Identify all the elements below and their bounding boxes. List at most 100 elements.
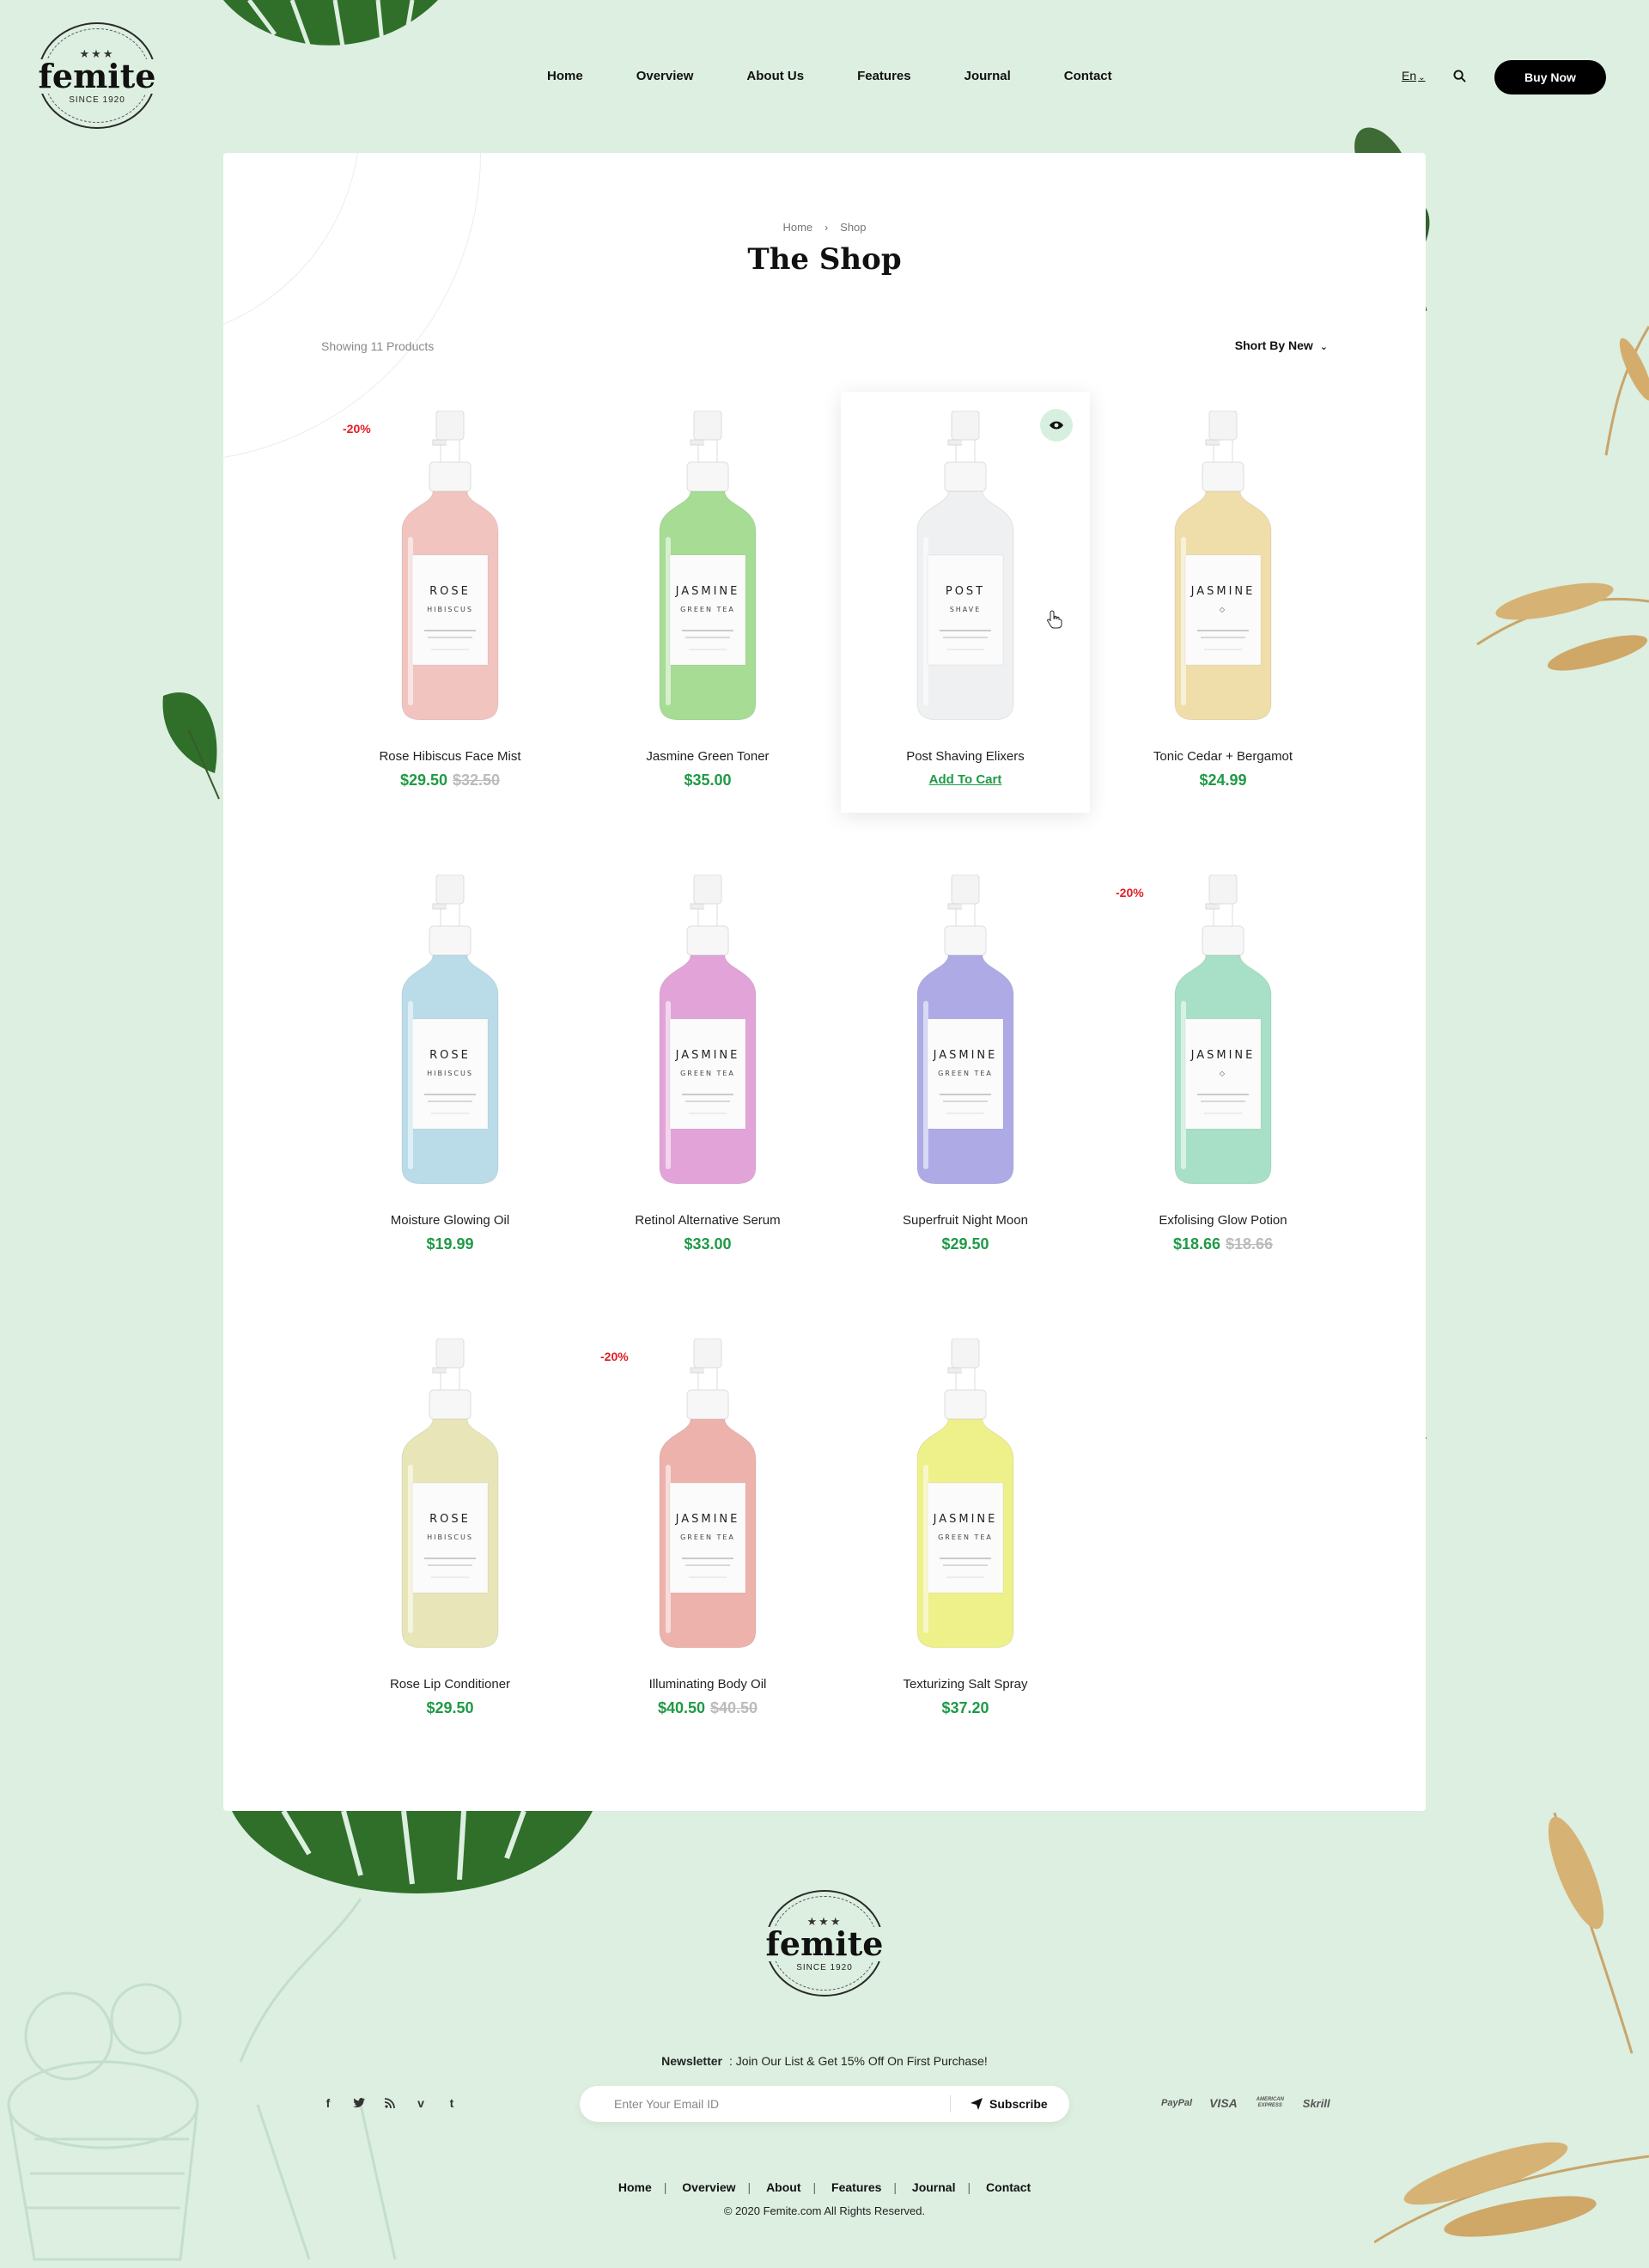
product-name[interactable]: Rose Hibiscus Face Mist: [326, 749, 575, 764]
newsletter-title: Newsletter: [661, 2054, 722, 2068]
twitter-icon[interactable]: [352, 2096, 366, 2110]
footer-brand-since: SINCE 1920: [796, 1962, 853, 1972]
product-price-row: $24.99: [1098, 771, 1348, 790]
bottle-label-subtitle: HIBISCUS: [427, 1070, 473, 1077]
product-name[interactable]: Superfruit Night Moon: [841, 1213, 1090, 1228]
rss-icon[interactable]: [383, 2096, 397, 2110]
product-price: $29.50: [941, 1235, 989, 1253]
nav-item-about-us[interactable]: About Us: [746, 69, 804, 83]
product-price: $18.66: [1172, 1235, 1220, 1253]
product-price-row: $18.66 $18.66: [1098, 1235, 1348, 1253]
product-name[interactable]: Jasmine Green Toner: [583, 749, 832, 764]
product-card[interactable]: JASMINE GREEN TEA Superfruit Night Moon $…: [841, 856, 1090, 1277]
nav-item-journal[interactable]: Journal: [964, 69, 1011, 83]
search-icon[interactable]: [1453, 70, 1466, 82]
nav-item-features[interactable]: Features: [857, 69, 911, 83]
product-price-row: $40.50 $40.50: [583, 1699, 832, 1717]
product-card[interactable]: JASMINE GREEN TEA Retinol Alternative Se…: [583, 856, 832, 1277]
bottle-label-title: POST: [946, 585, 985, 598]
add-to-cart-link[interactable]: Add To Cart: [841, 772, 1090, 787]
product-image[interactable]: ROSE HIBISCUS: [399, 1338, 502, 1648]
bottle-label-subtitle: GREEN TEA: [680, 606, 735, 613]
footer-link-journal[interactable]: Journal: [912, 2180, 956, 2194]
product-image[interactable]: JASMINE GREEN TEA: [656, 1338, 759, 1648]
subscribe-button[interactable]: Subscribe: [971, 2086, 1048, 2122]
product-image[interactable]: ROSE HIBISCUS: [399, 411, 502, 720]
product-name[interactable]: Tonic Cedar + Bergamot: [1098, 749, 1348, 764]
product-price-row: $19.99: [326, 1235, 575, 1253]
nav-item-home[interactable]: Home: [547, 69, 583, 83]
brand-name: femite: [34, 58, 160, 94]
product-card[interactable]: -20% JASMINE GREEN TEA Illuminating Body…: [583, 1320, 832, 1741]
bottle-label-title: ROSE: [429, 1049, 471, 1062]
product-name[interactable]: Illuminating Body Oil: [583, 1677, 832, 1692]
language-label: En: [1402, 69, 1417, 82]
footer-brand-name: femite: [762, 1926, 887, 1961]
product-price-row: $29.50 $32.50: [326, 771, 575, 790]
bottle-label-subtitle: ◇: [1220, 606, 1226, 613]
product-card[interactable]: JASMINE GREEN TEA Texturizing Salt Spray…: [841, 1320, 1090, 1741]
copyright: © 2020 Femite.com All Rights Reserved.: [723, 2204, 926, 2217]
quick-view-eye-icon[interactable]: [1040, 409, 1073, 442]
bottle-label-subtitle: GREEN TEA: [680, 1533, 735, 1541]
footer-nav: Home | Overview | About | Features | Journal…: [0, 2180, 1649, 2194]
brand-since: SINCE 1920: [69, 94, 125, 105]
product-card[interactable]: ROSE HIBISCUS Moisture Glowing Oil $19.99: [326, 856, 575, 1277]
newsletter-text: : Join Our List & Get 15% Off On First P…: [728, 2054, 988, 2068]
product-card[interactable]: POST SHAVE Post Shaving Elixers Add To Ca…: [841, 392, 1090, 813]
product-name[interactable]: Rose Lip Conditioner: [326, 1677, 575, 1692]
product-name[interactable]: Post Shaving Elixers: [841, 749, 1090, 764]
brand-logo[interactable]: ★★★ femite SINCE 1920: [34, 22, 160, 129]
nav-item-overview[interactable]: Overview: [636, 69, 694, 83]
product-card[interactable]: -20% ROSE HIBISCUS Rose Hibiscus Face Mi…: [326, 392, 575, 813]
product-name[interactable]: Retinol Alternative Serum: [583, 1213, 832, 1228]
product-name[interactable]: Texturizing Salt Spray: [841, 1677, 1090, 1692]
product-image[interactable]: POST SHAVE: [914, 411, 1017, 720]
product-old-price: $18.66: [1226, 1235, 1274, 1253]
footer-link-overview[interactable]: Overview: [682, 2180, 735, 2194]
bottle-label-title: JASMINE: [933, 1513, 998, 1526]
footer-link-contact[interactable]: Contact: [986, 2180, 1031, 2194]
breadcrumb-home-link[interactable]: Home: [782, 221, 812, 234]
product-image[interactable]: JASMINE ◇: [1171, 411, 1275, 720]
product-price-row: $29.50: [841, 1235, 1090, 1253]
language-selector[interactable]: En ⌄: [1402, 69, 1426, 82]
product-image[interactable]: JASMINE GREEN TEA: [656, 875, 759, 1184]
bottle-label-title: ROSE: [429, 1513, 471, 1526]
bottle-label-subtitle: GREEN TEA: [938, 1070, 993, 1077]
footer-brand-logo[interactable]: ★★★ femite SINCE 1920: [762, 1890, 887, 1997]
bottle-label-subtitle: GREEN TEA: [938, 1533, 993, 1541]
footer-link-features[interactable]: Features: [831, 2180, 881, 2194]
facebook-icon[interactable]: f: [321, 2096, 335, 2110]
vimeo-icon[interactable]: v: [414, 2096, 428, 2110]
sort-dropdown[interactable]: Short By New ⌄: [1235, 338, 1328, 352]
bottle-label-subtitle: HIBISCUS: [427, 606, 473, 613]
bottle-label-title: JASMINE: [1190, 585, 1256, 598]
product-old-price: $40.50: [710, 1699, 758, 1716]
product-image[interactable]: JASMINE ◇: [1171, 875, 1275, 1184]
product-image[interactable]: JASMINE GREEN TEA: [656, 411, 759, 720]
social-links: f v t: [321, 2096, 459, 2110]
email-input[interactable]: [614, 2086, 906, 2122]
bottle-label-subtitle: GREEN TEA: [680, 1070, 735, 1077]
footer-link-home[interactable]: Home: [618, 2180, 652, 2194]
product-image[interactable]: JASMINE GREEN TEA: [914, 1338, 1017, 1648]
buy-now-button[interactable]: Buy Now: [1494, 60, 1606, 94]
product-price-row: $37.20: [841, 1699, 1090, 1717]
footer-link-about[interactable]: About: [766, 2180, 800, 2194]
product-card[interactable]: JASMINE ◇ Tonic Cedar + Bergamot $24.99: [1098, 392, 1348, 813]
tumblr-icon[interactable]: t: [445, 2096, 459, 2110]
product-card[interactable]: -20% JASMINE ◇ Exfolising Glow Potion $18…: [1098, 856, 1348, 1277]
product-name[interactable]: Exfolising Glow Potion: [1098, 1213, 1348, 1228]
sort-label: Short By New: [1234, 338, 1313, 352]
product-card[interactable]: ROSE HIBISCUS Rose Lip Conditioner $29.50: [326, 1320, 575, 1741]
bottle-label-subtitle: ◇: [1220, 1070, 1226, 1077]
nav-item-contact[interactable]: Contact: [1064, 69, 1112, 83]
product-price-row: $29.50: [326, 1699, 575, 1717]
product-image[interactable]: JASMINE GREEN TEA: [914, 875, 1017, 1184]
product-card[interactable]: JASMINE GREEN TEA Jasmine Green Toner $35…: [583, 392, 832, 813]
product-name[interactable]: Moisture Glowing Oil: [326, 1213, 575, 1228]
product-image[interactable]: ROSE HIBISCUS: [399, 875, 502, 1184]
wheat-right-upper-decoration: [1476, 326, 1649, 671]
bottle-label-subtitle: HIBISCUS: [427, 1533, 473, 1541]
